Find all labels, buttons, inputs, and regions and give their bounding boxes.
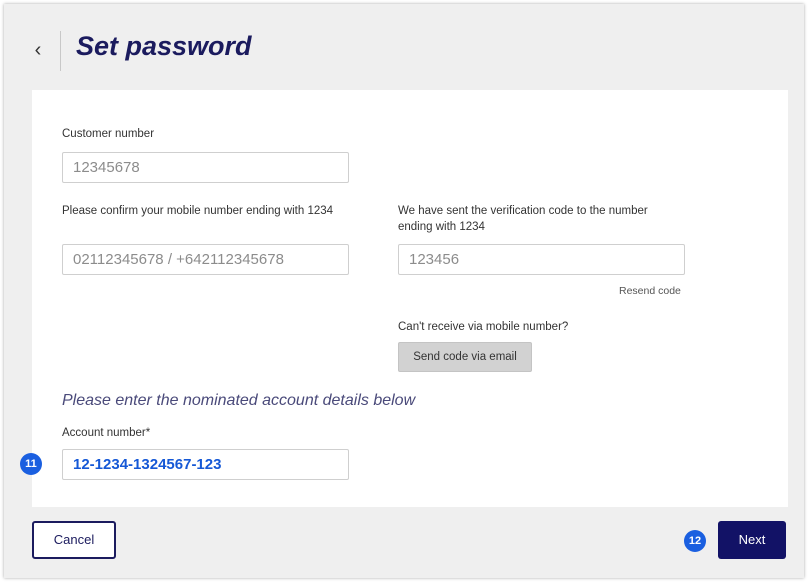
verification-code-label: We have sent the verification code to th… xyxy=(398,205,648,233)
header-divider xyxy=(60,31,61,71)
resend-code-link[interactable]: Resend code xyxy=(619,285,681,297)
next-button[interactable]: Next xyxy=(718,521,786,559)
mobile-number-input[interactable]: 02112345678 / +642112345678 xyxy=(62,244,349,275)
nominated-account-heading: Please enter the nominated account detai… xyxy=(62,392,416,409)
cancel-button[interactable]: Cancel xyxy=(32,521,116,559)
account-number-input[interactable]: 12-1234-1324567-123 xyxy=(62,449,349,480)
email-option-label: Can't receive via mobile number? xyxy=(398,321,569,333)
step-badge-12: 12 xyxy=(684,530,706,552)
customer-number-label: Customer number xyxy=(62,128,155,140)
page-title: Set password xyxy=(76,31,252,61)
verification-code-input[interactable]: 123456 xyxy=(398,244,685,275)
customer-number-input[interactable]: 12345678 xyxy=(62,152,349,183)
account-number-label: Account number* xyxy=(62,427,151,439)
send-code-email-button[interactable]: Send code via email xyxy=(398,342,532,372)
step-badge-11: 11 xyxy=(20,453,42,475)
set-password-window: ‹ Set password Customer number 12345678 … xyxy=(4,4,804,578)
form-card: Customer number 12345678 Please confirm … xyxy=(20,90,788,507)
chevron-left-icon[interactable]: ‹ xyxy=(26,35,50,65)
mobile-number-label: Please confirm your mobile number ending… xyxy=(62,205,334,217)
page-header: ‹ Set password xyxy=(4,4,804,90)
